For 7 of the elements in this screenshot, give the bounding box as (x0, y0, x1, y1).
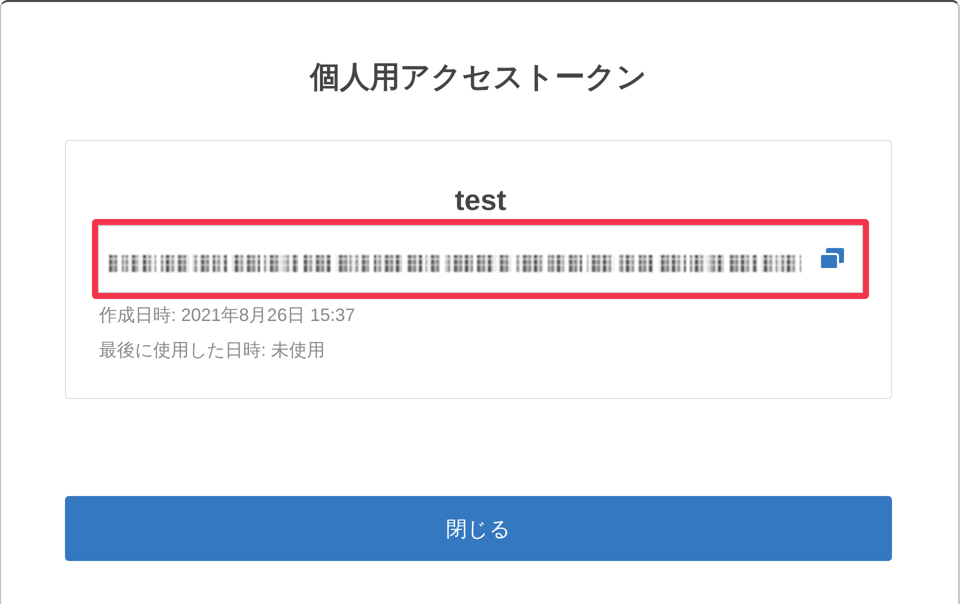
token-name: test (454, 184, 508, 219)
last-used-text: 最後に使用した日時: 未使用 (98, 339, 326, 362)
token-field[interactable] (98, 225, 863, 293)
created-date-text: 作成日時: 2021年8月26日 15:37 (98, 304, 356, 327)
close-button[interactable]: 閉じる (65, 496, 892, 561)
copy-icon[interactable] (819, 248, 844, 270)
dialog-title: 個人用アクセストークン (308, 60, 648, 96)
